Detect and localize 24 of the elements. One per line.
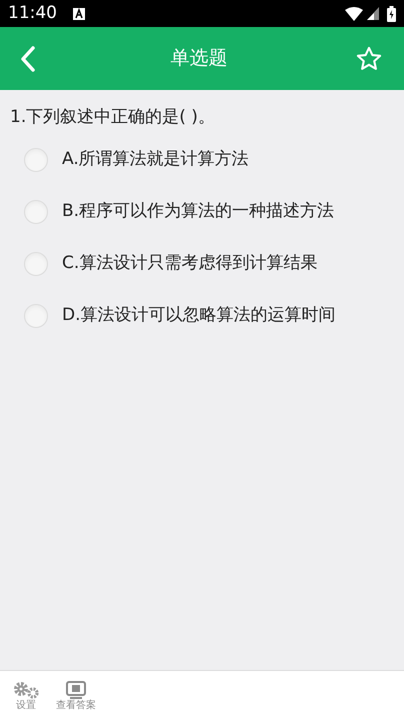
battery-icon <box>387 6 396 22</box>
option-label: A.所谓算法就是计算方法 <box>62 148 249 171</box>
wifi-icon <box>345 6 363 20</box>
toolbar-button[interactable]: 设置 <box>12 680 40 712</box>
answer-option[interactable]: D.算法设计可以忽略算法的运算时间 <box>24 300 404 330</box>
monitor-icon <box>65 680 87 700</box>
radio-button[interactable] <box>24 148 48 172</box>
star-icon <box>355 44 383 72</box>
header-title: 单选题 <box>170 46 228 72</box>
signal-icon <box>367 7 379 20</box>
option-label: C.算法设计只需考虑得到计算结果 <box>62 252 318 275</box>
gears-icon <box>12 680 40 700</box>
answer-option[interactable]: C.算法设计只需考虑得到计算结果 <box>24 248 404 278</box>
option-label: B.程序可以作为算法的一种描述方法 <box>62 200 334 223</box>
status-time: 11:40 <box>8 2 57 25</box>
option-label: D.算法设计可以忽略算法的运算时间 <box>62 304 336 327</box>
notification-icon <box>73 8 85 20</box>
radio-button[interactable] <box>24 200 48 224</box>
question-text: 1.下列叙述中正确的是( )。 <box>10 106 216 129</box>
radio-button[interactable] <box>24 252 48 276</box>
answer-option[interactable]: B.程序可以作为算法的一种描述方法 <box>24 196 404 226</box>
answer-option[interactable]: A.所谓算法就是计算方法 <box>24 144 404 174</box>
back-icon <box>20 46 36 72</box>
radio-button[interactable] <box>24 304 48 328</box>
